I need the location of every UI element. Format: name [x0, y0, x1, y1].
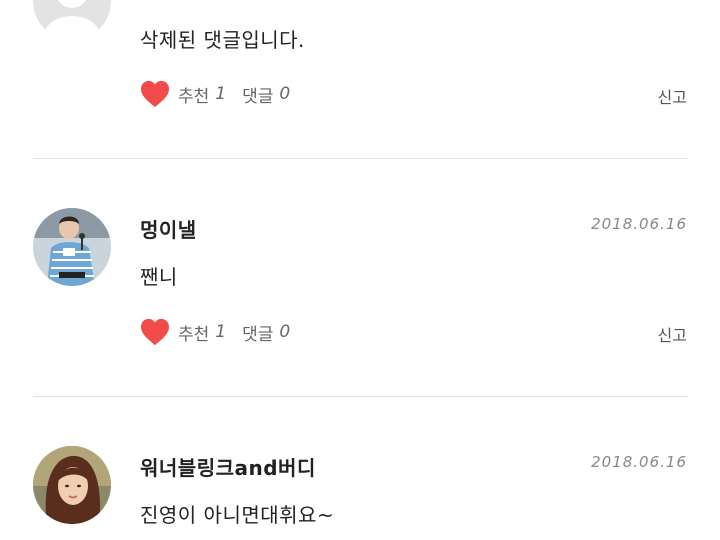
report-button[interactable]: 신고 — [658, 322, 687, 346]
like-label: 추천 — [178, 324, 210, 345]
like-count: 1 — [215, 322, 227, 342]
like-button[interactable]: 추천 1 — [140, 318, 226, 346]
user-photo-avatar — [33, 208, 111, 286]
user-photo-avatar — [33, 446, 111, 524]
comment-text: 짼니 — [140, 265, 178, 289]
reply-button[interactable]: 댓글 0 — [242, 320, 290, 345]
comment-text: 삭제된 댓글입니다. — [140, 28, 305, 52]
comment-username[interactable]: 워너블링크and버디 — [140, 452, 316, 481]
report-button[interactable]: 신고 — [658, 84, 687, 108]
reply-count: 0 — [279, 322, 291, 342]
comment-actions: 추천 1 댓글 0 — [140, 318, 290, 346]
reply-button[interactable]: 댓글 0 — [242, 82, 290, 107]
like-count: 1 — [215, 84, 227, 104]
reply-label: 댓글 — [242, 86, 274, 107]
reply-count: 0 — [279, 84, 291, 104]
comment-date: 2018.06.16 — [591, 453, 687, 471]
divider — [33, 158, 688, 159]
comment-text: 진영이 아니면대휘요~ — [140, 503, 335, 527]
comment-actions: 추천 1 댓글 0 — [140, 80, 290, 108]
avatar[interactable] — [33, 446, 111, 524]
divider — [33, 396, 688, 397]
heart-icon — [141, 318, 169, 346]
default-user-icon — [33, 0, 111, 40]
comment-date: 2018.06.16 — [591, 215, 687, 233]
like-label: 추천 — [178, 86, 210, 107]
avatar[interactable] — [33, 208, 111, 286]
reply-label: 댓글 — [242, 324, 274, 345]
heart-icon — [141, 80, 169, 108]
avatar[interactable] — [33, 0, 111, 40]
comment-username[interactable]: 멍이낼 — [140, 214, 197, 243]
like-button[interactable]: 추천 1 — [140, 80, 226, 108]
